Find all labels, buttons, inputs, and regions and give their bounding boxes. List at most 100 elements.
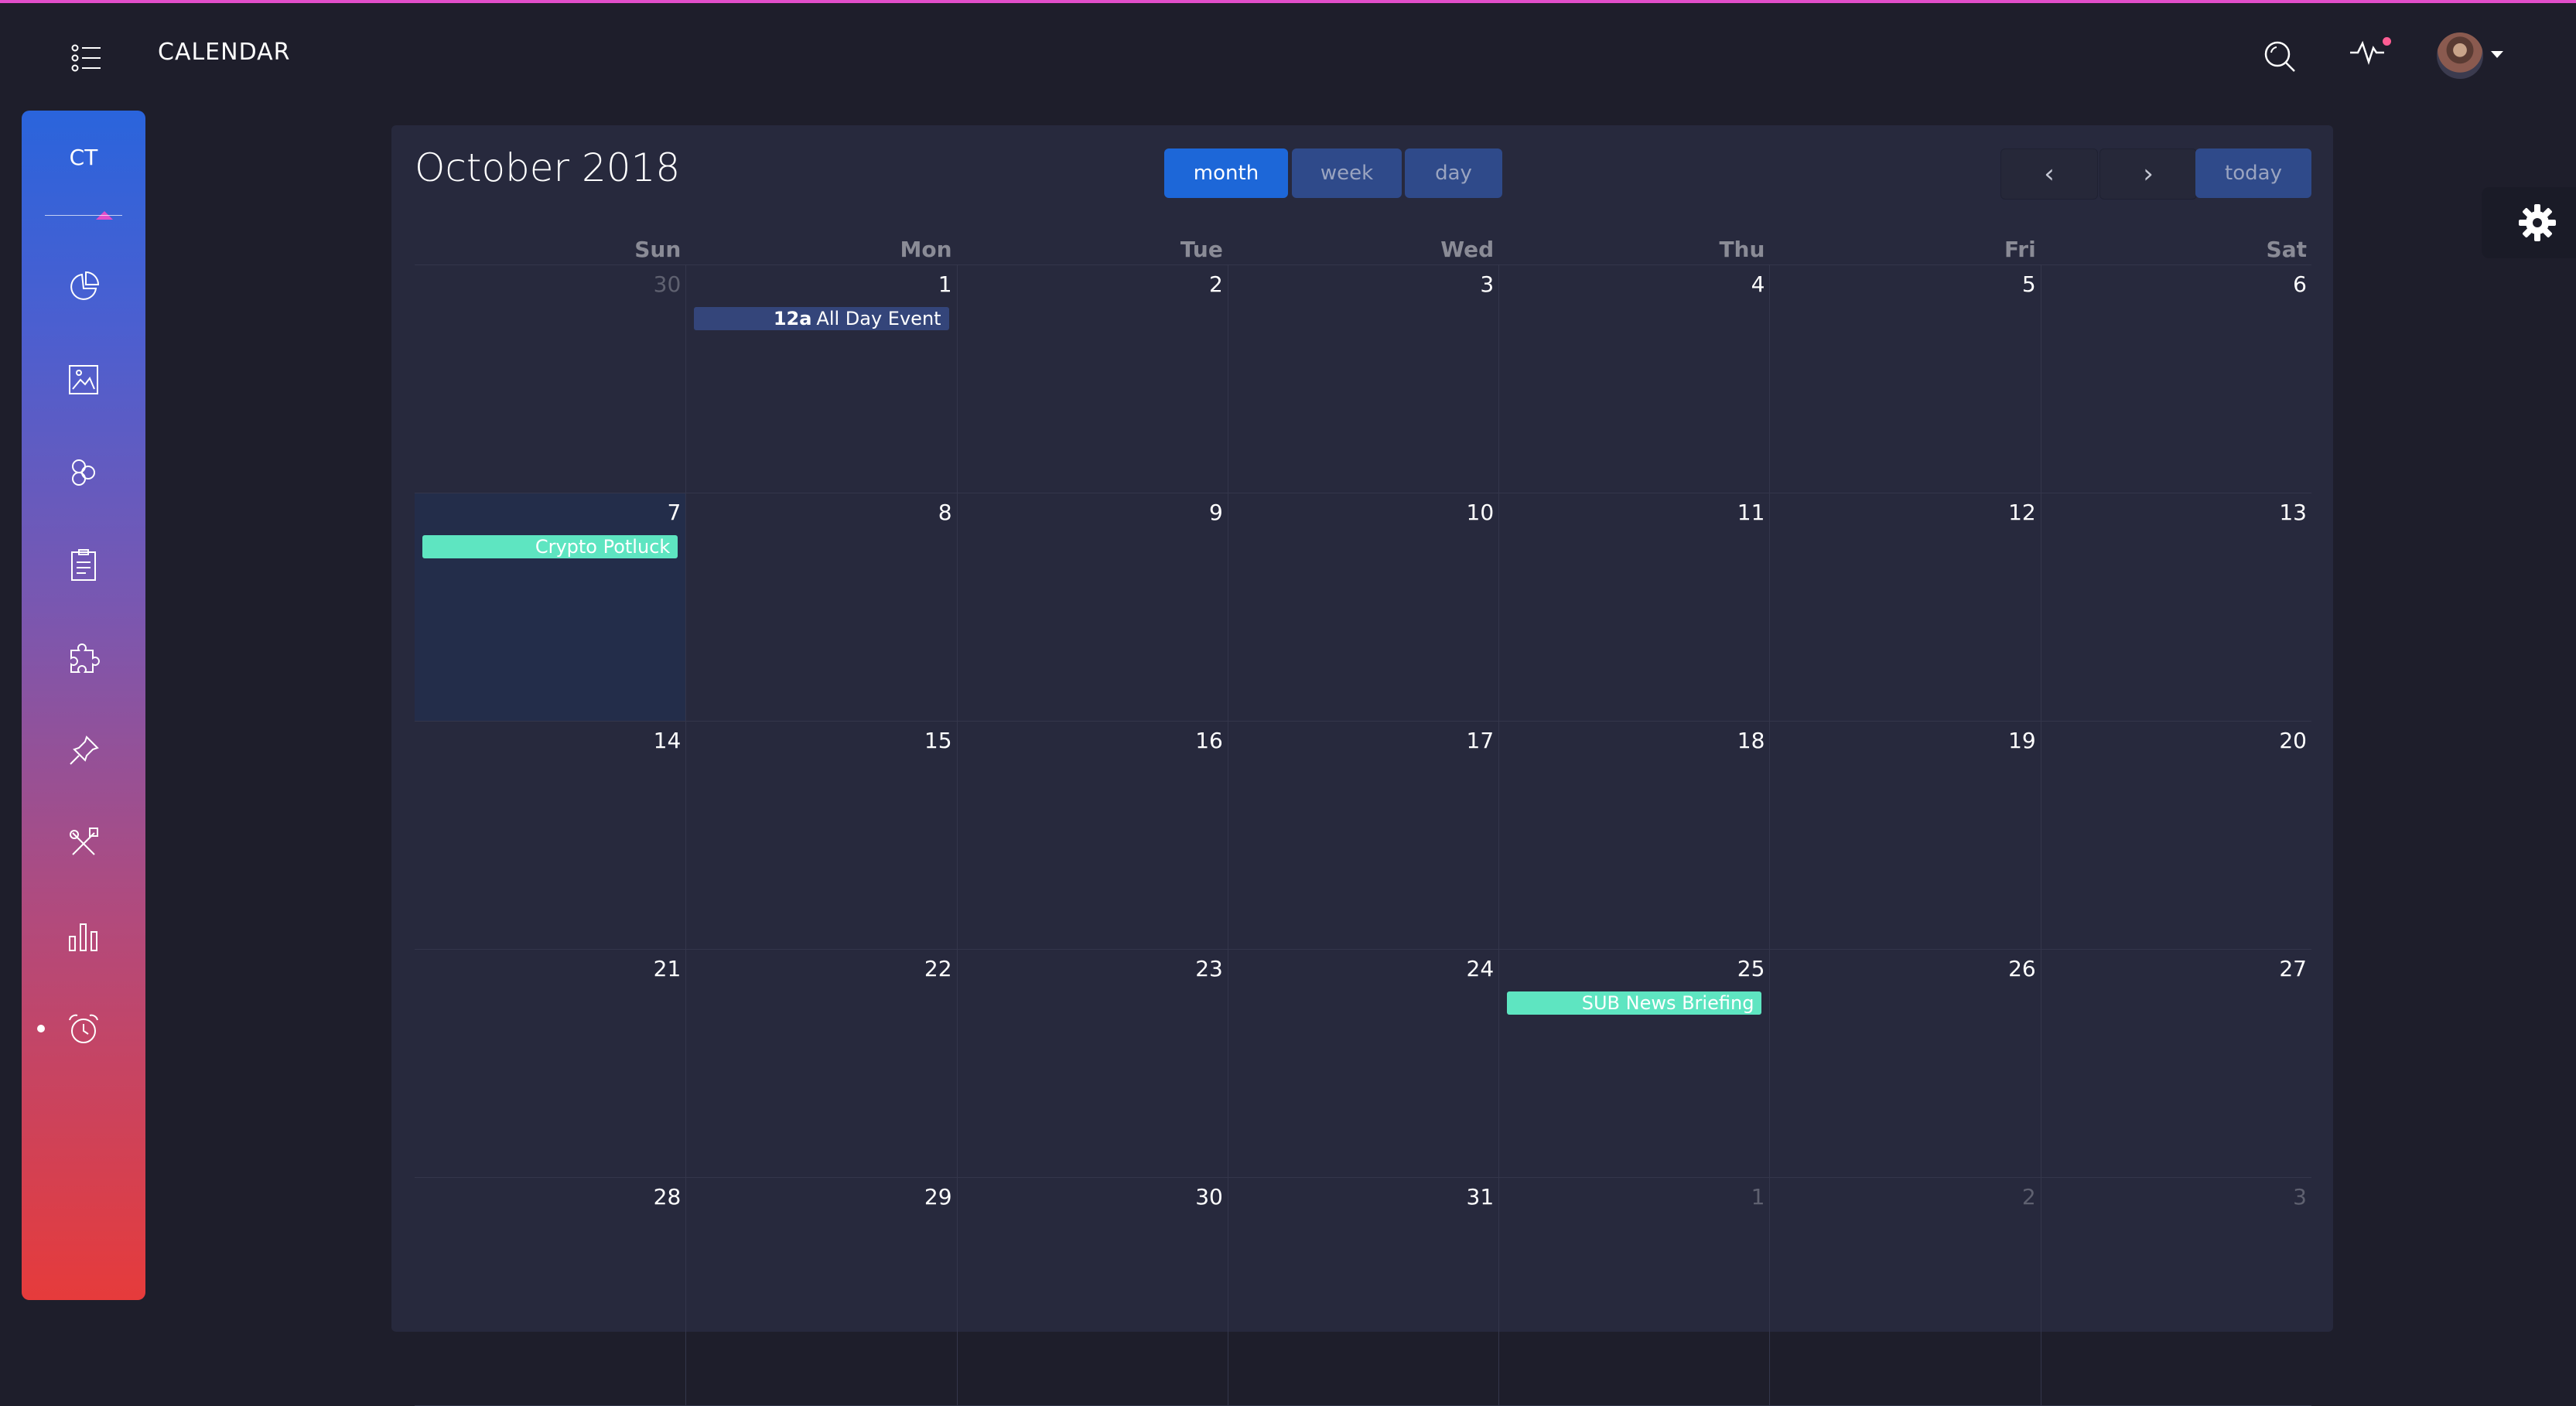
day-cell[interactable]: 1: [1498, 1178, 1769, 1405]
day-number[interactable]: 29: [924, 1184, 952, 1210]
alarm-clock-icon[interactable]: [62, 1008, 105, 1051]
image-icon[interactable]: [62, 358, 105, 401]
day-number[interactable]: 18: [1737, 728, 1765, 753]
weekday-label: Sat: [2266, 237, 2307, 262]
day-number[interactable]: 5: [2022, 271, 2036, 297]
day-cell[interactable]: 4: [1498, 265, 1769, 493]
search-icon[interactable]: [2260, 37, 2299, 76]
week-view-button[interactable]: week: [1292, 148, 1402, 198]
day-number[interactable]: 28: [654, 1184, 682, 1210]
day-number[interactable]: 31: [1467, 1184, 1495, 1210]
day-cell[interactable]: 13: [2040, 493, 2311, 721]
day-number[interactable]: 2: [1209, 271, 1223, 297]
clipboard-icon[interactable]: [62, 544, 105, 587]
day-cell[interactable]: 8: [685, 493, 956, 721]
day-cell[interactable]: 26: [1769, 950, 2040, 1177]
day-cell[interactable]: 11: [1498, 493, 1769, 721]
day-view-button[interactable]: day: [1405, 148, 1502, 198]
day-cell[interactable]: 31: [1227, 1178, 1498, 1405]
day-cell[interactable]: 22: [685, 950, 956, 1177]
day-number[interactable]: 1: [938, 271, 952, 297]
bar-chart-icon[interactable]: [62, 915, 105, 958]
day-cell[interactable]: 21: [415, 950, 685, 1177]
weekday-label: Fri: [2004, 237, 2036, 262]
day-cell[interactable]: 18: [1498, 722, 1769, 949]
day-cell[interactable]: 10: [1227, 493, 1498, 721]
day-cell[interactable]: 27: [2040, 950, 2311, 1177]
day-number[interactable]: 16: [1195, 728, 1223, 753]
day-number[interactable]: 30: [1195, 1184, 1223, 1210]
caret-down-icon[interactable]: [2491, 51, 2503, 58]
puzzle-icon[interactable]: [62, 636, 105, 680]
day-cell[interactable]: 15: [685, 722, 956, 949]
day-cell[interactable]: 3: [1227, 265, 1498, 493]
pie-chart-icon[interactable]: [62, 265, 105, 309]
pin-icon[interactable]: [62, 729, 105, 773]
day-number[interactable]: 23: [1195, 956, 1223, 981]
day-number[interactable]: 10: [1467, 500, 1495, 525]
day-cell-today[interactable]: 7 Crypto Potluck: [415, 493, 686, 721]
day-number[interactable]: 19: [2008, 728, 2036, 753]
day-number[interactable]: 3: [2293, 1184, 2307, 1210]
day-number[interactable]: 1: [1751, 1184, 1765, 1210]
day-cell[interactable]: 25 SUB News Briefing: [1498, 950, 1769, 1177]
activity-icon[interactable]: [2347, 34, 2393, 73]
atom-icon[interactable]: [62, 451, 105, 494]
day-number[interactable]: 9: [1209, 500, 1223, 525]
day-cell[interactable]: 2: [956, 265, 1228, 493]
day-number[interactable]: 24: [1467, 956, 1495, 981]
day-cell[interactable]: 20: [2040, 722, 2311, 949]
tools-icon[interactable]: [62, 822, 105, 865]
week-row: 30 1 12a All Day Event 2 3 4 5 6: [415, 265, 2311, 493]
day-cell[interactable]: 28: [415, 1178, 685, 1405]
day-number[interactable]: 15: [924, 728, 952, 753]
day-cell[interactable]: 2: [1769, 1178, 2040, 1405]
next-button[interactable]: ›: [2099, 148, 2197, 200]
day-cell[interactable]: 16: [956, 722, 1228, 949]
settings-button[interactable]: [2482, 187, 2576, 258]
prev-button[interactable]: ‹: [2000, 148, 2098, 200]
day-number[interactable]: 3: [1480, 271, 1494, 297]
day-number[interactable]: 8: [938, 500, 952, 525]
day-number[interactable]: 6: [2293, 271, 2307, 297]
day-number[interactable]: 4: [1751, 271, 1765, 297]
day-cell[interactable]: 14: [415, 722, 685, 949]
event-sub-news-briefing[interactable]: SUB News Briefing: [1507, 991, 1762, 1015]
weekday-label: Wed: [1440, 237, 1495, 262]
day-number[interactable]: 13: [2279, 500, 2307, 525]
day-cell[interactable]: 24: [1227, 950, 1498, 1177]
day-number[interactable]: 30: [654, 271, 682, 297]
day-cell[interactable]: 17: [1227, 722, 1498, 949]
day-cell[interactable]: 9: [956, 493, 1228, 721]
day-cell[interactable]: 5: [1769, 265, 2040, 493]
day-cell[interactable]: 3: [2040, 1178, 2311, 1405]
day-number[interactable]: 17: [1467, 728, 1495, 753]
day-cell[interactable]: 12: [1769, 493, 2040, 721]
event-crypto-potluck[interactable]: Crypto Potluck: [422, 535, 678, 558]
today-button[interactable]: today: [2195, 148, 2311, 198]
top-accent-line: [0, 0, 2576, 3]
day-number[interactable]: 22: [924, 956, 952, 981]
sidebar-logo[interactable]: CT: [22, 145, 145, 170]
day-cell[interactable]: 19: [1769, 722, 2040, 949]
day-cell[interactable]: 6: [2040, 265, 2311, 493]
user-avatar[interactable]: [2437, 32, 2483, 79]
day-number[interactable]: 2: [2022, 1184, 2036, 1210]
day-number[interactable]: 11: [1737, 500, 1765, 525]
event-all-day[interactable]: 12a All Day Event: [694, 307, 949, 330]
day-cell[interactable]: 30: [956, 1178, 1228, 1405]
day-cell[interactable]: 29: [685, 1178, 956, 1405]
month-view-button[interactable]: month: [1164, 148, 1288, 198]
day-cell[interactable]: 23: [956, 950, 1228, 1177]
day-cell[interactable]: 1 12a All Day Event: [685, 265, 956, 493]
day-number[interactable]: 25: [1737, 956, 1765, 981]
day-number[interactable]: 12: [2008, 500, 2036, 525]
day-cell[interactable]: 30: [415, 265, 685, 493]
day-number[interactable]: 20: [2279, 728, 2307, 753]
day-number[interactable]: 21: [654, 956, 682, 981]
list-icon[interactable]: [65, 39, 108, 77]
day-number[interactable]: 7: [667, 500, 681, 525]
day-number[interactable]: 26: [2008, 956, 2036, 981]
day-number[interactable]: 14: [654, 728, 682, 753]
day-number[interactable]: 27: [2279, 956, 2307, 981]
